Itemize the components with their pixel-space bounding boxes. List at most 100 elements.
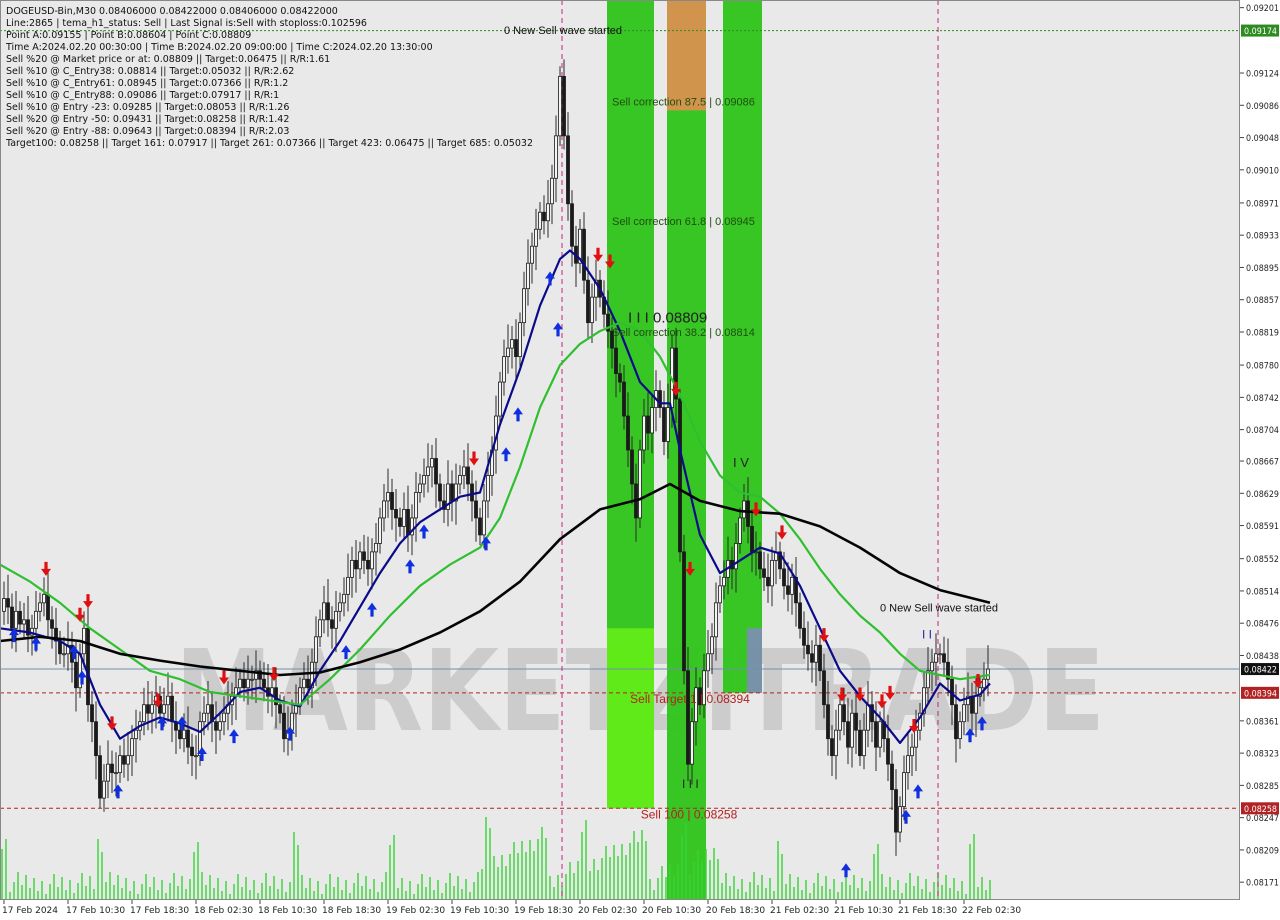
y-tick-label: 0.09124	[1246, 70, 1279, 80]
candle-body	[314, 636, 318, 663]
candle-body	[630, 449, 634, 485]
candle-body	[166, 695, 170, 706]
x-tick-label: 17 Feb 18:30	[130, 906, 189, 916]
candle-body	[390, 492, 394, 510]
candle-body	[538, 211, 542, 230]
candle-body	[498, 381, 502, 417]
candle-body	[830, 738, 834, 757]
candle-body	[190, 746, 194, 757]
info-line: Sell %10 @ C_Entry38: 0.08814 || Target:…	[6, 66, 294, 77]
candle-body	[378, 517, 382, 544]
chart-annotation-6: I V	[733, 455, 749, 470]
candle-body	[690, 721, 694, 765]
candle-body	[394, 509, 398, 519]
x-tick-label: 18 Feb 02:30	[194, 906, 253, 916]
x-tick-label: 18 Feb 10:30	[258, 906, 317, 916]
candle-body	[762, 568, 766, 578]
candle-body	[98, 755, 102, 799]
y-tick-label: 0.08247	[1246, 814, 1279, 824]
candle-body	[510, 339, 514, 349]
candle-body	[910, 746, 914, 757]
candle-body	[110, 763, 114, 774]
candle-body	[618, 373, 622, 383]
info-line: Sell %20 @ Entry -88: 0.09643 || Target:…	[6, 126, 289, 137]
candle-body	[790, 576, 794, 595]
candle-body	[278, 704, 282, 714]
candle-body	[934, 653, 938, 663]
candle-body	[50, 619, 54, 629]
candle-body	[458, 475, 462, 485]
candle-body	[838, 704, 842, 731]
candle-body	[478, 517, 482, 536]
price-badge-label: 0.08422	[1244, 666, 1277, 676]
time-axis-panel	[0, 900, 1280, 920]
y-tick-label: 0.08895	[1246, 264, 1279, 274]
candle-body	[462, 466, 466, 476]
candle-body	[170, 695, 174, 723]
candle-body	[486, 475, 490, 502]
candle-body	[546, 203, 550, 222]
candle-body	[846, 721, 850, 748]
candle-body	[958, 721, 962, 740]
symbol-header: DOGEUSD-Bin,M30 0.08406000 0.08422000 0.…	[6, 6, 338, 17]
candle-body	[130, 738, 134, 757]
candle-body	[62, 653, 66, 656]
candle-body	[450, 483, 454, 502]
candle-body	[834, 729, 838, 757]
candle-body	[470, 483, 474, 502]
trading-chart[interactable]: MARKETZITRADE 0 New Sell wave started0 N…	[0, 0, 1280, 920]
y-tick-label: 0.08323	[1246, 750, 1279, 760]
candle-body	[866, 704, 870, 731]
candle-body	[982, 678, 986, 689]
x-tick-label: 19 Feb 10:30	[450, 906, 509, 916]
candle-body	[134, 729, 138, 740]
candle-body	[678, 398, 682, 553]
candle-body	[526, 262, 530, 290]
candle-body	[302, 678, 306, 689]
x-tick-label: 20 Feb 10:30	[642, 906, 701, 916]
x-tick-label: 20 Feb 18:30	[706, 906, 765, 916]
candle-body	[334, 610, 338, 629]
info-line: Point A:0.09155 | Point B:0.08604 | Poin…	[6, 30, 251, 41]
candle-body	[662, 407, 666, 442]
info-line: Sell %20 @ Entry -50: 0.09431 || Target:…	[6, 114, 289, 125]
chart-annotation-9: I I I	[682, 777, 699, 791]
x-tick-label: 20 Feb 02:30	[578, 906, 637, 916]
candle-body	[126, 755, 130, 765]
candle-body	[650, 407, 654, 434]
candle-body	[434, 458, 438, 485]
y-tick-label: 0.08285	[1246, 782, 1279, 792]
candle-body	[506, 347, 510, 358]
candle-body	[42, 593, 46, 604]
candle-body	[214, 721, 218, 731]
candle-body	[102, 780, 106, 799]
candle-body	[22, 619, 26, 625]
y-tick-label: 0.08857	[1246, 296, 1279, 306]
candle-body	[250, 678, 254, 681]
y-tick-label: 0.08591	[1246, 522, 1279, 532]
candle-body	[722, 576, 726, 587]
candle-body	[758, 551, 762, 570]
candle-body	[554, 135, 558, 179]
chart-annotation-3: Sell correction 61.8 | 0.08945	[612, 216, 755, 228]
candle-body	[518, 322, 522, 358]
candle-body	[202, 712, 206, 723]
candle-body	[710, 636, 714, 655]
candle-body	[406, 509, 410, 536]
y-tick-label: 0.08819	[1246, 328, 1279, 338]
candle-body	[962, 704, 966, 723]
y-tick-label: 0.08933	[1246, 232, 1279, 242]
candle-body	[6, 598, 10, 608]
y-tick-label: 0.08552	[1246, 555, 1279, 565]
candle-body	[682, 551, 686, 672]
candle-body	[18, 610, 22, 625]
candle-body	[802, 627, 806, 646]
candle-body	[366, 559, 370, 570]
chart-annotation-4: Sell correction 38.2 | 0.08814	[612, 327, 755, 339]
candle-body	[474, 500, 478, 519]
chart-canvas[interactable]: MARKETZITRADE 0 New Sell wave started0 N…	[0, 0, 1280, 920]
y-tick-label: 0.08514	[1246, 587, 1279, 597]
candle-body	[770, 559, 774, 587]
candle-body	[118, 755, 122, 774]
candle-body	[438, 483, 442, 502]
